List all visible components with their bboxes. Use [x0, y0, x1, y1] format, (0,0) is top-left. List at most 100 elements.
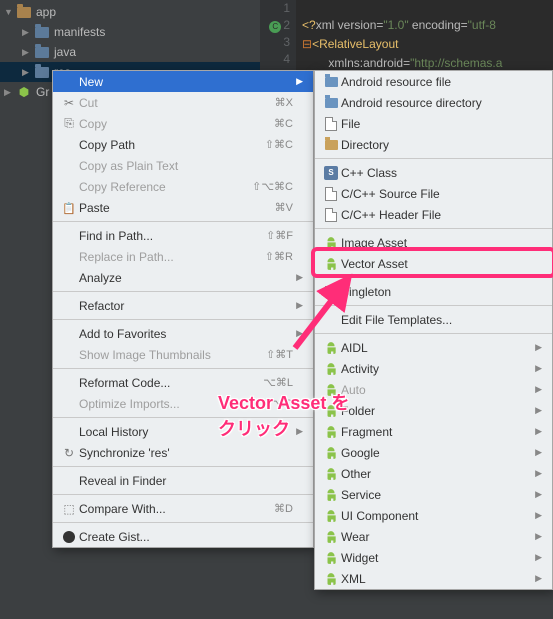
- submenu-arrow-icon: ▶: [293, 300, 303, 311]
- menu-item-reveal-in-finder[interactable]: Reveal in Finder: [53, 470, 313, 491]
- menu-shortcut: ⌘D: [274, 502, 293, 515]
- submenu-item-vector-asset[interactable]: Vector Asset: [315, 253, 552, 274]
- submenu-item-service[interactable]: Service▶: [315, 484, 552, 505]
- menu-item-create-gist[interactable]: Create Gist...: [53, 526, 313, 547]
- menu-item-label: File: [341, 117, 532, 131]
- folder-icon: [34, 44, 50, 60]
- submenu-item-c-c-header-file[interactable]: C/C++ Header File: [315, 204, 552, 225]
- menu-item-label: Wear: [341, 530, 532, 544]
- menu-item-label: Directory: [341, 138, 532, 152]
- submenu-item-folder[interactable]: Folder▶: [315, 400, 552, 421]
- submenu-item-google[interactable]: Google▶: [315, 442, 552, 463]
- menu-item-new[interactable]: New▶: [53, 71, 313, 92]
- tree-label: Gr: [36, 85, 49, 99]
- submenu-item-wear[interactable]: Wear▶: [315, 526, 552, 547]
- file-icon: [321, 117, 341, 131]
- tree-root[interactable]: ▼ app: [0, 2, 260, 22]
- scissors-icon: [59, 96, 79, 110]
- submenu-arrow-icon: ▶: [293, 426, 303, 437]
- menu-item-reformat-code[interactable]: Reformat Code...⌥⌘L: [53, 372, 313, 393]
- menu-shortcut: ⌥⌘L: [263, 376, 293, 389]
- menu-separator: [53, 368, 313, 369]
- menu-item-add-to-favorites[interactable]: Add to Favorites▶: [53, 323, 313, 344]
- github-icon: [59, 531, 79, 543]
- menu-separator: [53, 466, 313, 467]
- menu-separator: [315, 158, 552, 159]
- menu-shortcut: ⇧⌘T: [266, 348, 293, 361]
- submenu-item-c-class[interactable]: SC++ Class: [315, 162, 552, 183]
- submenu-arrow-icon: ▶: [532, 363, 542, 374]
- tree-item-manifests[interactable]: ▶ manifests: [0, 22, 260, 42]
- compare-icon: [59, 502, 79, 516]
- submenu-arrow-icon: ▶: [532, 489, 542, 500]
- menu-item-refactor[interactable]: Refactor▶: [53, 295, 313, 316]
- submenu-item-ui-component[interactable]: UI Component▶: [315, 505, 552, 526]
- folder-icon: [321, 77, 341, 87]
- submenu-item-widget[interactable]: Widget▶: [315, 547, 552, 568]
- tree-item-java[interactable]: ▶ java: [0, 42, 260, 62]
- menu-item-label: AIDL: [341, 341, 532, 355]
- submenu-item-activity[interactable]: Activity▶: [315, 358, 552, 379]
- menu-item-label: Replace in Path...: [79, 250, 265, 264]
- submenu-item-file[interactable]: File: [315, 113, 552, 134]
- menu-item-label: New: [79, 75, 293, 89]
- tree-label: manifests: [54, 25, 105, 39]
- submenu-item-directory[interactable]: Directory: [315, 134, 552, 155]
- android-icon: [321, 425, 341, 439]
- menu-item-label: Reveal in Finder: [79, 474, 293, 488]
- menu-item-label: XML: [341, 572, 532, 586]
- menu-item-compare-with[interactable]: Compare With...⌘D: [53, 498, 313, 519]
- menu-item-label: Copy Reference: [79, 180, 252, 194]
- submenu-item-edit-file-templates[interactable]: Edit File Templates...: [315, 309, 552, 330]
- submenu-arrow-icon: ▶: [532, 510, 542, 521]
- submenu-arrow-icon: ▶: [532, 552, 542, 563]
- android-icon: [321, 236, 341, 250]
- menu-item-label: Service: [341, 488, 532, 502]
- submenu-item-auto[interactable]: Auto▶: [315, 379, 552, 400]
- singleton-icon: S: [321, 286, 341, 298]
- menu-separator: [53, 221, 313, 222]
- submenu-item-c-c-source-file[interactable]: C/C++ Source File: [315, 183, 552, 204]
- android-icon: [321, 467, 341, 481]
- submenu-arrow-icon: ▶: [532, 573, 542, 584]
- module-folder-icon: [16, 4, 32, 20]
- submenu-arrow-icon: ▶: [532, 426, 542, 437]
- submenu-item-xml[interactable]: XML▶: [315, 568, 552, 589]
- submenu-item-android-resource-directory[interactable]: Android resource directory: [315, 92, 552, 113]
- menu-item-label: Optimize Imports...: [79, 397, 263, 411]
- submenu-item-android-resource-file[interactable]: Android resource file: [315, 71, 552, 92]
- android-icon: [321, 572, 341, 586]
- menu-separator: [53, 417, 313, 418]
- submenu-item-fragment[interactable]: Fragment▶: [315, 421, 552, 442]
- menu-item-label: Android resource directory: [341, 96, 532, 110]
- submenu-arrow-icon: ▶: [532, 531, 542, 542]
- menu-item-label: Synchronize 'res': [79, 446, 293, 460]
- menu-separator: [315, 333, 552, 334]
- menu-item-label: Local History: [79, 425, 293, 439]
- android-icon: [321, 530, 341, 544]
- submenu-item-singleton[interactable]: SSingleton: [315, 281, 552, 302]
- menu-item-label: Create Gist...: [79, 530, 293, 544]
- folder-icon: [321, 140, 341, 150]
- menu-shortcut: ⇧⌘F: [266, 229, 293, 242]
- menu-item-paste[interactable]: Paste⌘V: [53, 197, 313, 218]
- gradle-icon: ⬢: [16, 84, 32, 100]
- menu-item-label: Refactor: [79, 299, 293, 313]
- run-gutter-icon[interactable]: C: [269, 21, 281, 33]
- menu-item-synchronize-res[interactable]: Synchronize 'res': [53, 442, 313, 463]
- tree-label: app: [36, 5, 56, 19]
- menu-item-label: Google: [341, 446, 532, 460]
- submenu-item-other[interactable]: Other▶: [315, 463, 552, 484]
- menu-item-analyze[interactable]: Analyze▶: [53, 267, 313, 288]
- menu-item-label: Reformat Code...: [79, 376, 263, 390]
- menu-item-copy-path[interactable]: Copy Path⇧⌘C: [53, 134, 313, 155]
- submenu-item-aidl[interactable]: AIDL▶: [315, 337, 552, 358]
- menu-item-find-in-path[interactable]: Find in Path...⇧⌘F: [53, 225, 313, 246]
- menu-item-local-history[interactable]: Local History▶: [53, 421, 313, 442]
- tree-arrow-icon: ▶: [22, 47, 34, 58]
- menu-shortcut: ⌘X: [275, 96, 293, 109]
- submenu-item-image-asset[interactable]: Image Asset: [315, 232, 552, 253]
- menu-item-label: Copy Path: [79, 138, 265, 152]
- menu-item-label: Paste: [79, 201, 275, 215]
- submenu-arrow-icon: ▶: [532, 447, 542, 458]
